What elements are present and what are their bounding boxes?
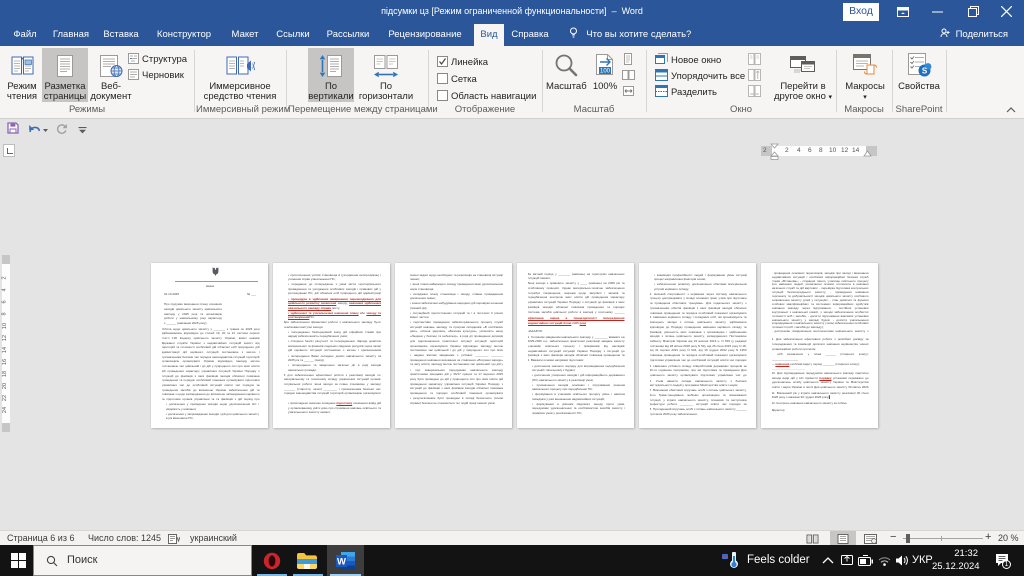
svg-text:100: 100 — [600, 69, 611, 75]
svg-text:W: W — [337, 557, 346, 568]
svg-text:S: S — [922, 66, 928, 75]
